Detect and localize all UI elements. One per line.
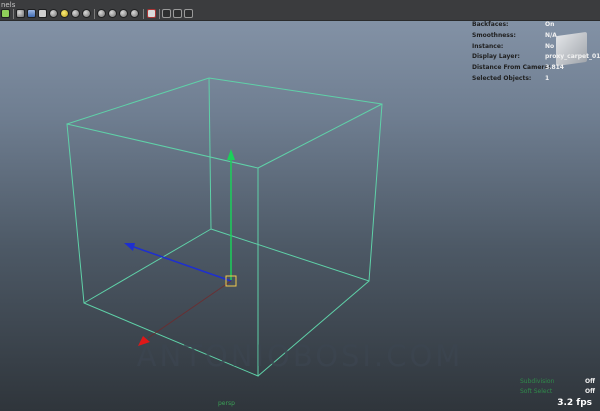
hud-row-display-layer: Display Layer: proxy_carpet_01 [472, 52, 600, 63]
bottom-hud: Subdivision Off Soft Select Off [520, 377, 600, 397]
hud-value: 3.814 [545, 64, 564, 72]
hud-value: 1 [545, 74, 550, 82]
hud-label: Display Layer: [472, 53, 520, 61]
fps-counter: 3.2 fps [557, 398, 592, 408]
hud-row-instance: Instance: No [472, 42, 600, 53]
hud-label: Selected Objects: [472, 74, 532, 82]
hud-value: N/A [545, 31, 557, 39]
bottom-hud-value: Off [585, 378, 595, 385]
top-right-edge [257, 103, 383, 169]
hud-label: Backfaces: [472, 21, 509, 28]
bottom-hud-row-subdivision: Subdivision Off [520, 377, 600, 387]
hud-label: Smoothness: [472, 31, 516, 39]
maya-viewport[interactable]: nels Backfaces: On Smoothness: N/A Insta… [0, 0, 600, 411]
hud-value: proxy_carpet_01 [545, 53, 600, 61]
bottom-hud-value: Off [585, 388, 595, 395]
hud-row-selected-objects: Selected Objects: 1 [472, 74, 600, 85]
watermark: ANTONIOBOSI.COM [136, 339, 464, 373]
camera-name: persp [218, 400, 235, 407]
bottom-left-edge [83, 228, 212, 304]
hud-label: Distance From Camera: [472, 64, 551, 72]
back-edge [208, 77, 212, 230]
z-axis-handle[interactable] [133, 246, 232, 282]
hud-value: No [545, 42, 555, 50]
bottom-hud-label: Soft Select [520, 388, 553, 395]
proxy-carpet-wireframe[interactable] [66, 77, 383, 377]
bottom-hud-row-soft-select: Soft Select Off [520, 387, 600, 397]
back-face [208, 77, 383, 282]
top-left-edge [66, 77, 210, 125]
hud-value: On [545, 21, 555, 28]
heads-up-display: Backfaces: On Smoothness: N/A Instance: … [472, 20, 600, 85]
bottom-hud-label: Subdivision [520, 378, 555, 385]
z-axis-arrow-icon[interactable] [124, 243, 135, 251]
y-axis-arrow-icon[interactable] [227, 149, 235, 160]
x-axis-handle[interactable] [147, 280, 232, 339]
hud-row-smoothness: Smoothness: N/A [472, 31, 600, 42]
hud-label: Instance: [472, 42, 504, 50]
hud-row-backfaces: Backfaces: On [472, 20, 600, 31]
hud-row-distance: Distance From Camera: 3.814 [472, 63, 600, 74]
